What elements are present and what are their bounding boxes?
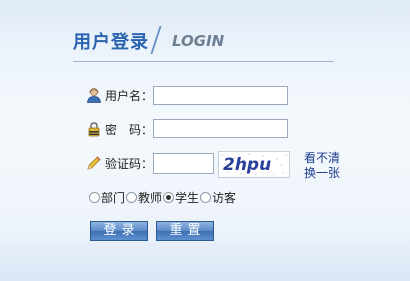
refresh-line-2[interactable]: 换一张	[304, 166, 340, 181]
role-label-student[interactable]: 学生	[175, 189, 199, 206]
captcha-label: 验证码：	[86, 154, 153, 172]
login-button[interactable]: 登录	[90, 221, 148, 241]
refresh-captcha-link[interactable]: 看不清 换一张	[304, 151, 340, 181]
role-radio-student[interactable]	[163, 191, 175, 203]
role-option-dept[interactable]: 部门	[89, 189, 125, 206]
username-label-text: 用户名：	[105, 88, 154, 103]
captcha-label-text: 验证码：	[105, 156, 154, 171]
captcha-text: 2hpu	[223, 155, 271, 175]
password-label-text: 密 码：	[105, 122, 154, 137]
role-radio-dept[interactable]	[89, 191, 100, 203]
refresh-line-1[interactable]: 看不清	[304, 151, 340, 166]
user-icon	[86, 87, 102, 103]
password-label: 密 码：	[86, 120, 153, 138]
header-divider	[73, 61, 334, 62]
title-divider	[150, 26, 162, 54]
role-label-teacher[interactable]: 教师	[138, 189, 162, 206]
captcha-image[interactable]: 2hpu	[218, 151, 290, 178]
username-label: 用户名：	[86, 86, 153, 104]
role-radio-visitor[interactable]	[200, 191, 212, 203]
page-subtitle: LOGIN	[172, 32, 225, 50]
pencil-icon	[86, 155, 102, 171]
role-label-visitor[interactable]: 访客	[212, 189, 236, 206]
role-option-student[interactable]: 学生	[163, 189, 199, 206]
role-label-dept[interactable]: 部门	[101, 189, 125, 206]
username-input[interactable]	[153, 86, 288, 105]
reset-button[interactable]: 重置	[156, 221, 214, 241]
role-selector: 部门 教师 学生 访客	[89, 189, 237, 205]
page-title: 用户登录	[73, 32, 149, 53]
role-option-visitor[interactable]: 访客	[200, 189, 236, 206]
password-input[interactable]	[153, 119, 288, 138]
lock-icon	[86, 121, 102, 137]
role-option-teacher[interactable]: 教师	[126, 189, 162, 206]
role-radio-teacher[interactable]	[126, 191, 138, 203]
captcha-input[interactable]	[153, 153, 214, 174]
